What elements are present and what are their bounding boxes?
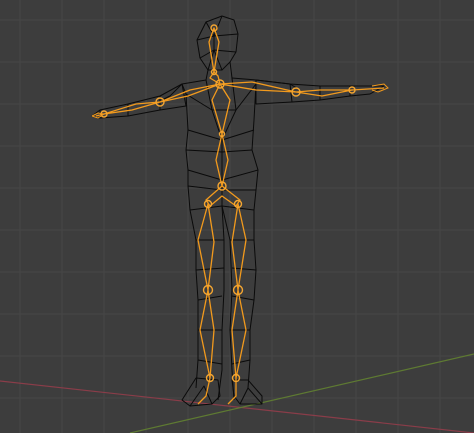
- bone-upper-arm-right: [295, 89, 353, 97]
- bone-shin-right: [231, 289, 247, 379]
- bone-spine-upper: [211, 83, 231, 135]
- x-axis-line: [0, 380, 474, 433]
- bone-clavicle-left: [159, 83, 221, 103]
- bone-shin-left: [199, 289, 215, 379]
- armature-joints[interactable]: [100, 24, 356, 383]
- bone-thigh-left: [197, 203, 215, 291]
- y-axis-line: [129, 353, 474, 433]
- viewport-grid: [0, 0, 474, 433]
- bone-thigh-right: [231, 203, 247, 291]
- 3d-viewport[interactable]: [0, 0, 474, 433]
- bone-foot-left: [197, 377, 211, 405]
- armature-bones[interactable]: [95, 27, 385, 405]
- hands-mesh: [91, 83, 389, 119]
- character-mesh-wireframe[interactable]: [91, 15, 385, 407]
